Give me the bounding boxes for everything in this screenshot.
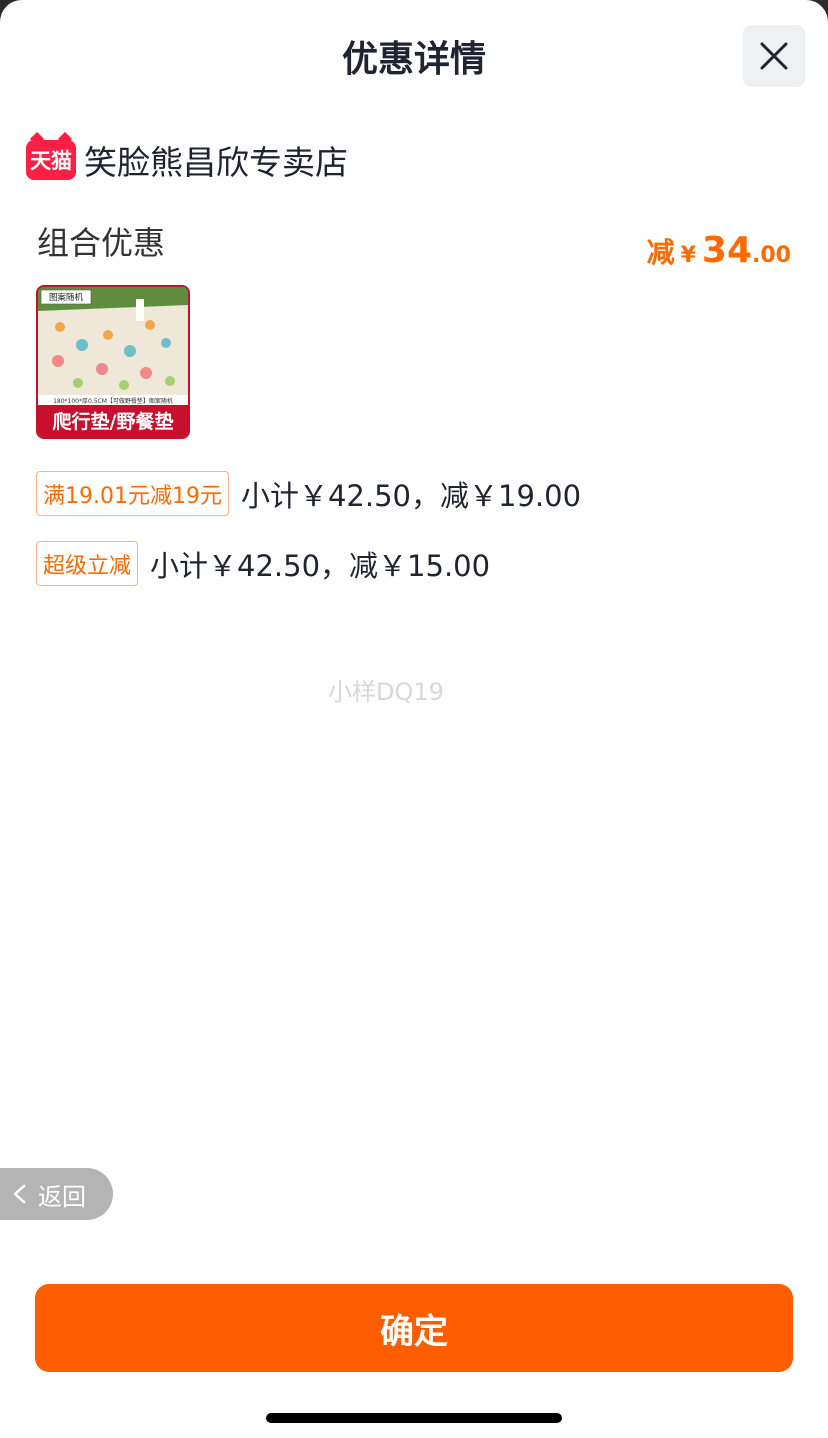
discount-rule-tag: 满19.01元减19元: [36, 471, 229, 516]
product-image: 180*100*厚0.5CM【可做野餐垫】图案随机 爬行垫/野餐垫 图案随机: [38, 287, 188, 437]
total-saving: 减 ¥ 34 .00: [647, 230, 791, 271]
discount-rule-row: 超级立减 小计￥42.50，减￥15.00: [36, 541, 490, 586]
discount-rule-tag: 超级立减: [36, 541, 139, 586]
tmall-logo: 天猫: [26, 140, 76, 180]
product-tag: 图案随机: [49, 292, 84, 303]
discount-rule-text: 小计￥42.50，减￥15.00: [150, 548, 491, 583]
combo-discount-title: 组合优惠: [37, 224, 166, 262]
store-row[interactable]: 天猫 笑脸熊昌欣专卖店: [26, 136, 348, 184]
saving-label: 减: [646, 236, 675, 269]
discount-rule-text: 小计￥42.50，减￥19.00: [240, 478, 582, 513]
saving-amount-dec: .00: [752, 243, 791, 268]
store-name: 笑脸熊昌欣专卖店: [84, 143, 348, 182]
product-spec: 180*100*厚0.5CM【可做野餐垫】图案随机: [53, 397, 173, 405]
product-banner: 爬行垫/野餐垫: [52, 410, 174, 433]
product-thumbnail[interactable]: 180*100*厚0.5CM【可做野餐垫】图案随机 爬行垫/野餐垫 图案随机: [36, 285, 190, 439]
confirm-button[interactable]: 确定: [35, 1284, 793, 1372]
saving-amount-int: 34: [701, 230, 753, 271]
watermark: 小样DQ19: [328, 678, 444, 706]
close-button[interactable]: [743, 25, 805, 87]
page-title: 优惠详情: [341, 39, 486, 80]
saving-currency: ¥: [680, 243, 696, 268]
chevron-left-icon: [13, 1184, 26, 1204]
close-icon: [760, 42, 788, 70]
coupon-detail-sheet: 优惠详情 天猫 笑脸熊昌欣专卖店 组合优惠 减 ¥ 34 .00 180*100…: [0, 0, 828, 1438]
discount-rule-row: 满19.01元减19元 小计￥42.50，减￥19.00: [36, 471, 581, 516]
back-label: 返回: [38, 1182, 86, 1211]
back-button[interactable]: 返回: [0, 1168, 113, 1220]
home-indicator[interactable]: [266, 1413, 562, 1423]
